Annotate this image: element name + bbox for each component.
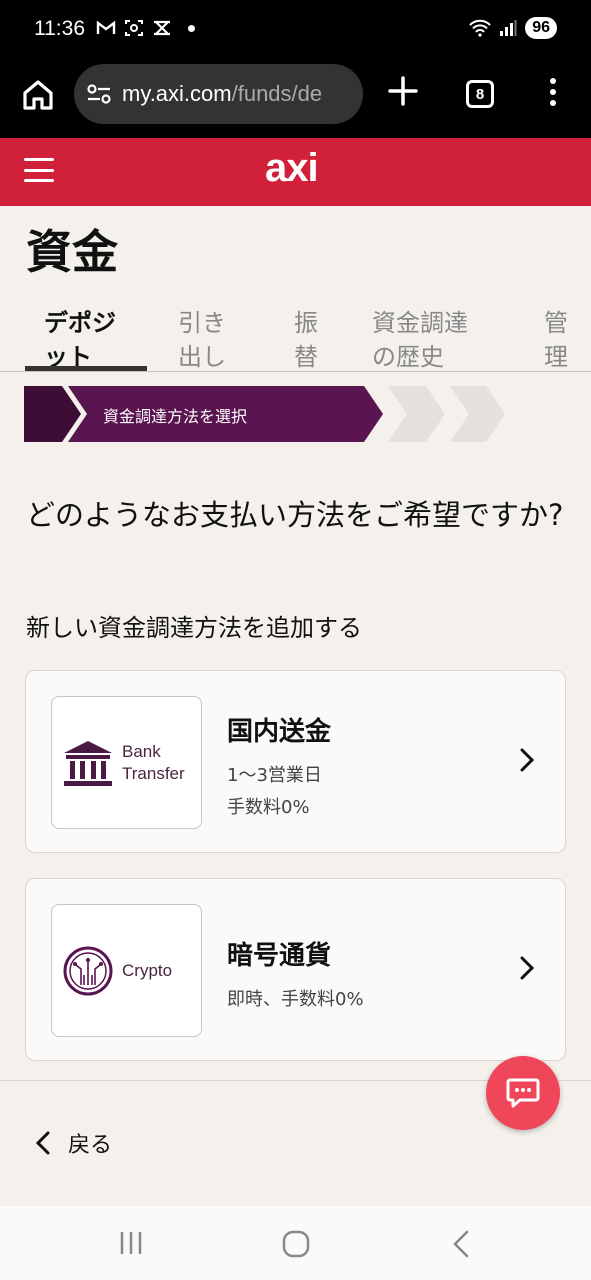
progress-stepper: 資金調達方法を選択	[24, 386, 514, 442]
funds-tabs: デポジ ット 引き 出し 振 替 資金調達 の歴史 管 理	[0, 300, 591, 372]
crypto-logo: Crypto	[51, 904, 202, 1037]
tab-deposit[interactable]: デポジ ット	[44, 306, 116, 374]
page-title: 資金	[26, 225, 118, 279]
back-nav-icon[interactable]	[452, 1230, 470, 1258]
crypto-icon	[63, 946, 113, 995]
capcut-icon	[154, 20, 170, 36]
add-method-heading: 新しい資金調達方法を追加する	[26, 614, 362, 642]
signal-icon	[500, 20, 517, 36]
step-3-arrow	[388, 386, 445, 442]
active-tab-indicator	[25, 366, 147, 371]
address-bar[interactable]: my.axi.com/funds/de	[74, 64, 363, 124]
url-host: my.axi.com	[122, 81, 232, 106]
system-navigation-bar	[0, 1206, 591, 1280]
chat-icon	[506, 1078, 540, 1108]
bank-transfer-logo: Bank Transfer	[51, 696, 202, 829]
battery-indicator: 96	[525, 17, 557, 39]
back-label: 戻る	[68, 1133, 113, 1158]
status-time: 11:36	[34, 17, 85, 40]
chat-button[interactable]	[486, 1056, 560, 1130]
browser-toolbar: my.axi.com/funds/de 8	[0, 60, 591, 138]
app-header: axi	[0, 138, 591, 206]
chevron-right-icon	[520, 748, 535, 772]
screenshot-icon	[125, 20, 143, 36]
wifi-icon	[469, 19, 491, 37]
bank-transfer-card[interactable]: Bank Transfer 国内送金 1〜3営業日 手数料0%	[25, 670, 566, 853]
chevron-right-icon	[520, 956, 535, 980]
tab-switcher-button[interactable]: 8	[466, 80, 494, 108]
new-tab-icon[interactable]	[386, 74, 420, 108]
bank-transfer-time: 1〜3営業日	[227, 765, 322, 786]
home-nav-icon[interactable]	[282, 1230, 310, 1258]
stepper-arrows	[24, 386, 505, 442]
site-settings-icon[interactable]	[86, 83, 112, 105]
crypto-title: 暗号通貨	[227, 941, 332, 971]
gmail-icon	[96, 20, 116, 34]
bank-transfer-title: 国内送金	[227, 717, 332, 747]
home-icon[interactable]	[20, 77, 56, 113]
url-path: /funds/de	[231, 81, 323, 106]
tab-withdraw[interactable]: 引き 出し	[178, 306, 226, 374]
tab-manage[interactable]: 管 理	[544, 306, 568, 374]
bank-transfer-fee: 手数料0%	[227, 797, 310, 818]
tab-transfer[interactable]: 振 替	[294, 306, 318, 374]
menu-icon[interactable]	[24, 158, 54, 182]
crypto-card[interactable]: Crypto 暗号通貨 即時、手数料0%	[25, 878, 566, 1061]
tab-funding-history[interactable]: 資金調達 の歴史	[372, 306, 468, 374]
current-step-label: 資金調達方法を選択	[103, 407, 248, 426]
recent-apps-icon[interactable]	[118, 1230, 144, 1256]
url-text: my.axi.com/funds/de	[122, 81, 322, 107]
more-menu-icon[interactable]	[543, 74, 563, 110]
status-bar: 11:36 96	[0, 0, 591, 60]
bank-icon	[64, 740, 112, 786]
step-1-arrow	[24, 386, 81, 442]
payment-question: どのようなお支払い方法をご希望ですか?	[26, 498, 564, 532]
step-4-arrow	[450, 386, 505, 442]
crypto-detail: 即時、手数料0%	[227, 989, 364, 1010]
chevron-left-icon	[36, 1131, 50, 1155]
back-button[interactable]: 戻る	[36, 1127, 112, 1159]
axi-logo[interactable]: axi	[265, 146, 319, 191]
notification-dot-icon	[188, 24, 195, 32]
